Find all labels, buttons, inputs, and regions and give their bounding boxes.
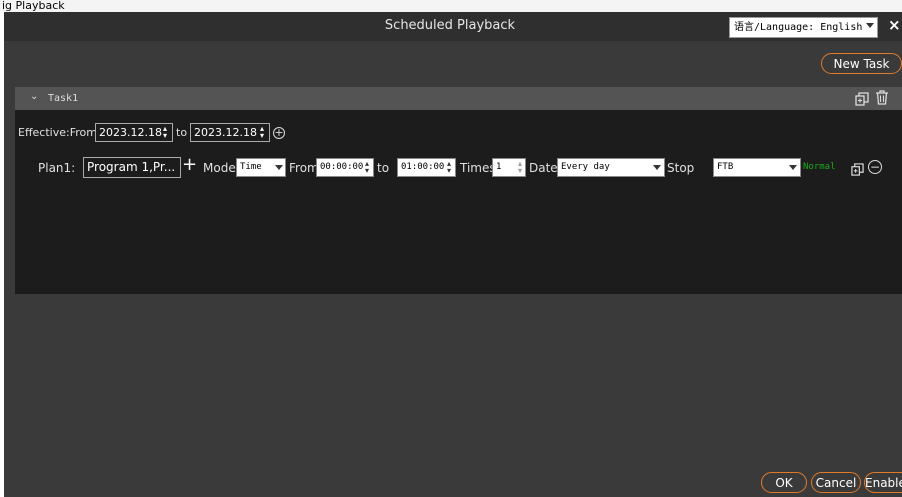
effective-from-value: 2023.12.18 (99, 126, 162, 139)
spin-arrows-icon[interactable]: ▴ ▾ (257, 125, 267, 140)
top-partial-title: ig Playback (0, 0, 902, 12)
chevron-down-icon (653, 165, 661, 170)
to-time-value: 01:00:00 (401, 162, 445, 172)
stop-label: Stop (667, 161, 695, 175)
date-select[interactable]: Every day (557, 158, 665, 177)
to-label: to (377, 161, 390, 175)
times-label: Times (460, 161, 496, 175)
effective-from-label: Effective:From (18, 126, 97, 139)
times-value: 1 (496, 162, 502, 172)
remove-circle-icon[interactable]: − (868, 160, 882, 174)
program-field[interactable]: Program 1,Pr... (83, 157, 181, 178)
plan-status: Normal (803, 162, 836, 172)
spin-arrows-icon[interactable]: ▴ ▾ (160, 125, 170, 140)
stop-select[interactable]: FTB (713, 158, 801, 177)
chevron-down-icon (789, 165, 797, 170)
add-program-icon[interactable]: + (182, 156, 197, 174)
spin-arrows-icon[interactable]: ▴ ▾ (515, 160, 525, 175)
from-time-value: 00:00:00 (320, 162, 364, 172)
task-header[interactable] (15, 87, 902, 110)
program-value: Program 1,Pr... (87, 160, 176, 174)
plan-label: Plan1: (38, 161, 76, 175)
new-task-button[interactable]: New Task (821, 53, 902, 74)
mode-label: Mode (203, 161, 236, 175)
chevron-down-icon[interactable]: ⌄ (30, 91, 38, 102)
chevron-down-icon (275, 165, 283, 170)
task-name: Task1 (48, 93, 79, 104)
effective-to-label: to (176, 126, 188, 139)
copy-task-icon[interactable] (855, 91, 869, 106)
date-label: Date (529, 161, 558, 175)
from-label: From (289, 161, 319, 175)
ok-button[interactable]: OK (761, 472, 807, 493)
close-icon[interactable]: × (888, 16, 902, 36)
stop-value: FTB (717, 162, 734, 172)
window-title: Scheduled Playback (384, 18, 516, 33)
spin-arrows-icon[interactable]: ▴ ▾ (444, 160, 454, 175)
toolbar (4, 41, 902, 83)
mode-value: Time (240, 162, 262, 172)
effective-to-value: 2023.12.18 (194, 126, 257, 139)
spin-arrows-icon[interactable]: ▴ ▾ (362, 160, 372, 175)
enable-button[interactable]: Enable (864, 472, 902, 493)
cancel-button[interactable]: Cancel (811, 472, 861, 493)
date-value: Every day (561, 162, 610, 172)
copy-plan-icon[interactable] (851, 161, 864, 176)
chevron-down-icon (866, 23, 874, 28)
add-circle-icon[interactable]: + (273, 127, 285, 139)
trash-icon[interactable] (875, 90, 889, 105)
language-select[interactable]: 语言/Language: English (729, 17, 878, 38)
